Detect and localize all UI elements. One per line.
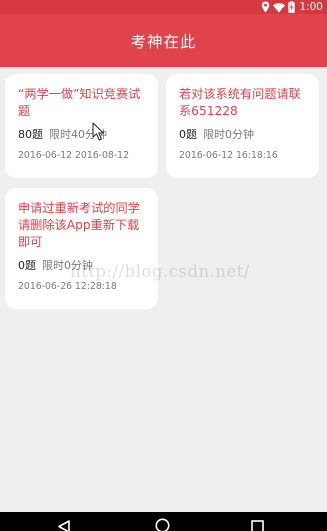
exam-dates: 2016-06-12 16:18:16	[179, 150, 278, 161]
recents-icon[interactable]	[251, 518, 264, 531]
exam-card[interactable]: “两学一做”知识竞赛试题 80题 限时40分钟 2016-06-12 2016-0…	[5, 74, 158, 178]
home-icon[interactable]	[155, 518, 170, 531]
question-count: 0题	[18, 259, 36, 272]
exam-dates: 2016-06-26 12:28:18	[18, 281, 117, 292]
exam-card[interactable]: 若对该系统有问题请联系651228 0题 限时0分钟 2016-06-12 16:…	[166, 74, 319, 178]
exam-meta: 0题 限时0分钟	[179, 127, 307, 143]
exam-meta: 0题 限时0分钟	[18, 258, 146, 274]
status-bar: 1:00	[0, 0, 327, 14]
exam-title: “两学一做”知识竞赛试题	[18, 87, 141, 118]
mouse-cursor-icon	[92, 122, 106, 146]
wifi-icon	[273, 2, 286, 13]
exam-dates: 2016-06-12 2016-08-12	[18, 150, 130, 161]
exam-title: 若对该系统有问题请联系651228	[179, 87, 301, 118]
question-count: 80题	[18, 128, 43, 141]
time-limit: 限时0分钟	[203, 128, 254, 141]
exam-meta: 80题 限时40分钟	[18, 127, 146, 143]
app-title: 考神在此	[130, 32, 197, 51]
location-icon	[261, 1, 270, 13]
status-time: 1:00	[299, 1, 323, 13]
status-icons: 1:00	[261, 0, 323, 14]
back-icon[interactable]	[57, 518, 71, 531]
question-count: 0题	[179, 128, 197, 141]
app-screen: 1:00 考神在此 “两学一做”知识竞赛试题 80题 限时40分钟 2016-06…	[0, 0, 327, 531]
time-limit: 限时0分钟	[42, 259, 93, 272]
battery-icon	[288, 1, 296, 13]
app-bar: 考神在此	[0, 14, 327, 67]
exam-card[interactable]: 申请过重新考试的同学请删除该App重新下载即可 0题 限时0分钟 2016-06-…	[5, 188, 158, 309]
exam-title: 申请过重新考试的同学请删除该App重新下载即可	[18, 201, 140, 249]
navigation-bar	[0, 512, 327, 531]
